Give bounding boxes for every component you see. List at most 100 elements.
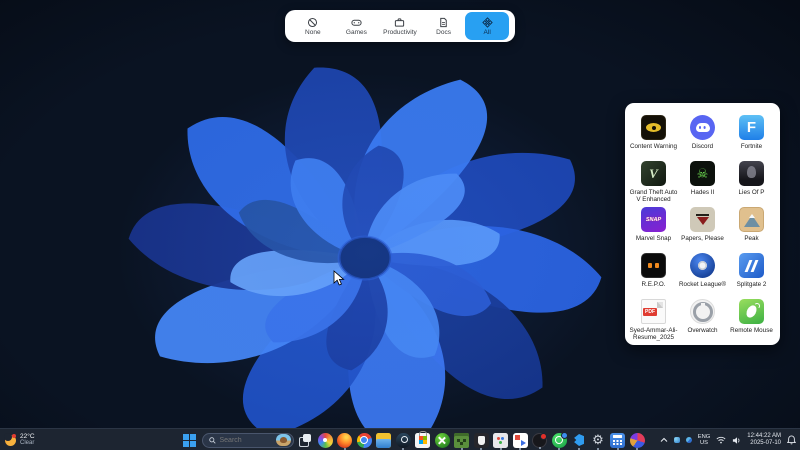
filter-docs-label: Docs xyxy=(436,29,451,36)
people-app-icon[interactable] xyxy=(493,433,508,448)
tray-app-icon-2[interactable] xyxy=(686,437,692,443)
firefox-icon[interactable] xyxy=(337,433,352,448)
gamepad-icon xyxy=(351,17,362,28)
media-app-icon[interactable] xyxy=(513,433,528,448)
discord-icon xyxy=(690,115,715,140)
filter-all-label: All xyxy=(484,29,491,36)
clock-time: 12:44:22 AM xyxy=(747,433,781,440)
pdf-file-icon xyxy=(641,299,666,324)
app-label: Remote Mouse xyxy=(730,327,773,334)
filter-none[interactable]: None xyxy=(291,12,335,40)
mouse-cursor xyxy=(333,270,345,287)
remote-mouse-icon xyxy=(739,299,764,324)
app-label: Papers, Please xyxy=(681,235,724,242)
none-icon xyxy=(307,17,318,28)
tray-app-icon-1[interactable] xyxy=(674,437,680,443)
overwatch-icon xyxy=(690,299,715,324)
document-icon xyxy=(438,17,449,28)
app-label: Syed-Ammar-Ali-Resume_2025 xyxy=(629,327,678,341)
notification-bell-icon[interactable] xyxy=(787,435,796,445)
calculator-icon[interactable] xyxy=(610,433,625,448)
marvel-snap-icon xyxy=(641,207,666,232)
app-tile[interactable]: Marvel Snap xyxy=(629,207,678,253)
task-view-icon[interactable] xyxy=(298,433,313,448)
filter-none-label: None xyxy=(305,29,321,36)
peak-icon xyxy=(739,207,764,232)
start-button[interactable] xyxy=(182,433,197,448)
vscode-icon[interactable] xyxy=(571,433,586,448)
weather-temperature: 22°C xyxy=(20,433,35,440)
app-tile[interactable]: Overwatch xyxy=(678,299,727,345)
app-label: Fortnite xyxy=(741,143,762,150)
app-tile[interactable]: R.E.P.O. xyxy=(629,253,678,299)
app-tile[interactable]: Remote Mouse xyxy=(727,299,776,345)
app-label: Rocket League® xyxy=(679,281,726,288)
file-explorer-icon[interactable] xyxy=(376,433,391,448)
app-tile[interactable]: Peak xyxy=(727,207,776,253)
filter-all[interactable]: All xyxy=(465,12,509,40)
briefcase-icon xyxy=(394,17,405,28)
chrome-icon[interactable] xyxy=(357,433,372,448)
app-tile[interactable]: Grand Theft Auto V Enhanced xyxy=(629,161,678,207)
app-tile[interactable]: Splitgate 2 xyxy=(727,253,776,299)
settings-icon[interactable] xyxy=(591,433,606,448)
fortnite-icon xyxy=(739,115,764,140)
game-app-icon[interactable] xyxy=(630,433,645,448)
whatsapp-icon[interactable] xyxy=(552,433,567,448)
app-label: Lies Of P xyxy=(739,189,765,196)
filter-games-label: Games xyxy=(346,29,367,36)
system-tray: ENG US 12:44:22 AM 2025-07-10 xyxy=(660,429,796,450)
volume-icon[interactable] xyxy=(732,436,741,445)
wifi-icon[interactable] xyxy=(716,436,726,444)
papers-please-icon xyxy=(690,207,715,232)
taskbar: 22°C Clear xyxy=(0,428,800,450)
app-tile[interactable]: Content Warning xyxy=(629,115,678,161)
filter-games[interactable]: Games xyxy=(335,12,379,40)
xbox-icon[interactable] xyxy=(435,433,450,448)
language-line2: US xyxy=(700,440,708,447)
app-label: R.E.P.O. xyxy=(641,281,665,288)
app-grid-panel: Content Warning Discord Fortnite Grand T… xyxy=(625,103,780,345)
minecraft-icon[interactable] xyxy=(454,433,469,448)
app-label: Overwatch xyxy=(687,327,717,334)
search-icon xyxy=(209,437,216,444)
lies-of-p-icon xyxy=(739,161,764,186)
search-input[interactable] xyxy=(220,437,272,444)
app-label: Splitgate 2 xyxy=(737,281,767,288)
app-tile[interactable]: Hades II xyxy=(678,161,727,207)
search-highlight-image[interactable] xyxy=(276,434,291,446)
steam-icon[interactable] xyxy=(396,433,411,448)
app-tile[interactable]: Lies Of P xyxy=(727,161,776,207)
app-tile[interactable]: Syed-Ammar-Ali-Resume_2025 xyxy=(629,299,678,345)
splitgate-2-icon xyxy=(739,253,764,278)
category-filter-bar: None Games Productivity Docs All xyxy=(285,10,515,42)
filter-docs[interactable]: Docs xyxy=(422,12,466,40)
language-indicator[interactable]: ENG US xyxy=(698,434,711,447)
microsoft-store-icon[interactable] xyxy=(415,433,430,448)
opera-gx-icon[interactable] xyxy=(532,433,547,448)
app-label: Marvel Snap xyxy=(636,235,671,242)
desktop: None Games Productivity Docs All Content… xyxy=(0,0,800,450)
app-label: Peak xyxy=(744,235,758,242)
clock-date: 2025-07-10 xyxy=(750,440,781,447)
app-tile[interactable]: Fortnite xyxy=(727,115,776,161)
clock[interactable]: 12:44:22 AM 2025-07-10 xyxy=(747,433,781,447)
weather-widget[interactable]: 22°C Clear xyxy=(5,430,35,450)
app-label: Content Warning xyxy=(630,143,677,150)
clear-night-icon xyxy=(5,435,16,446)
app-tile[interactable]: Papers, Please xyxy=(678,207,727,253)
app-tile[interactable]: Discord xyxy=(678,115,727,161)
app-tile[interactable]: Rocket League® xyxy=(678,253,727,299)
app-label: Discord xyxy=(692,143,713,150)
search-box[interactable] xyxy=(202,433,294,448)
filter-productivity-label: Productivity xyxy=(383,29,417,36)
rocket-league-icon xyxy=(690,253,715,278)
hades-2-icon xyxy=(690,161,715,186)
photos-icon[interactable] xyxy=(318,433,333,448)
epic-games-icon[interactable] xyxy=(474,433,489,448)
weather-condition: Clear xyxy=(20,440,35,447)
app-label: Grand Theft Auto V Enhanced xyxy=(629,189,678,203)
chevron-up-icon[interactable] xyxy=(660,437,668,443)
filter-productivity[interactable]: Productivity xyxy=(378,12,422,40)
app-label: Hades II xyxy=(691,189,714,196)
